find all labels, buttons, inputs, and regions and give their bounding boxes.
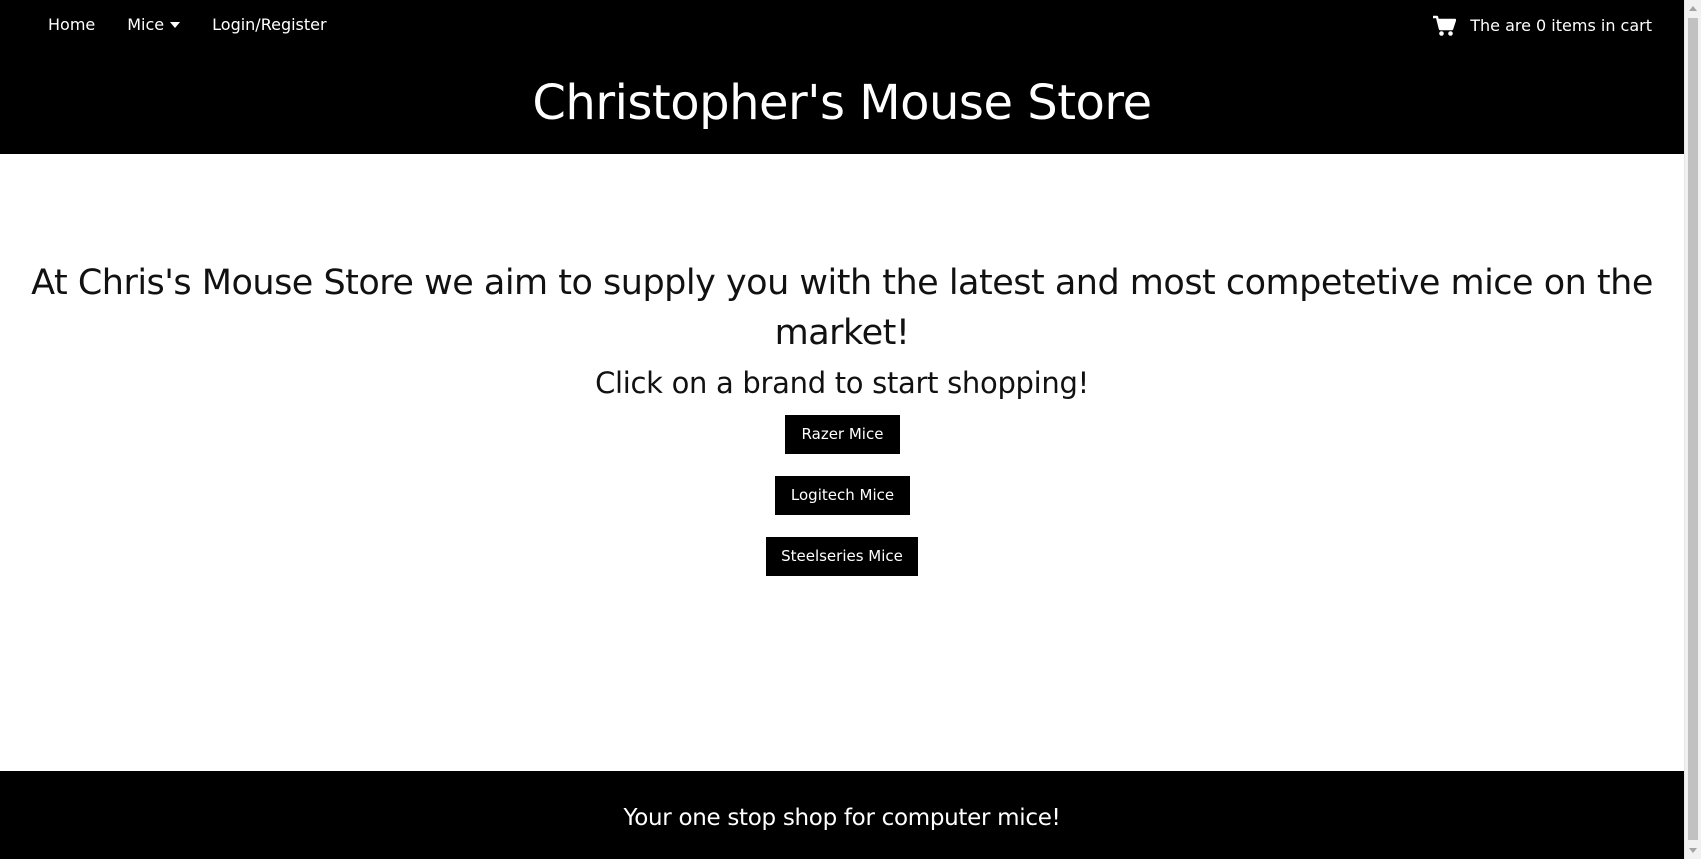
nav-item-mice-dropdown[interactable]: Mice: [111, 12, 196, 38]
steelseries-mice-button[interactable]: Steelseries Mice: [766, 537, 918, 576]
cart-count-text: The are 0 items in cart: [1470, 16, 1652, 35]
scroll-down-arrow-icon[interactable]: [1689, 848, 1697, 853]
nav-item-home[interactable]: Home: [32, 12, 111, 38]
nav-item-login-register[interactable]: Login/Register: [196, 12, 342, 38]
vertical-scrollbar[interactable]: [1684, 0, 1701, 859]
site-header: Home Mice Login/Register The are 0 items…: [0, 0, 1684, 154]
razer-mice-button[interactable]: Razer Mice: [785, 415, 900, 454]
nav-item-mice-label: Mice: [127, 15, 165, 34]
site-title: Christopher's Mouse Store: [532, 75, 1152, 131]
logitech-mice-button[interactable]: Logitech Mice: [775, 476, 910, 515]
shopping-cart-icon[interactable]: [1432, 15, 1457, 37]
nav-item-home-label: Home: [48, 15, 96, 34]
page: Home Mice Login/Register The are 0 items…: [0, 0, 1701, 859]
main-nav: Home Mice Login/Register: [32, 12, 343, 38]
store-tagline: At Chris's Mouse Store we aim to supply …: [31, 263, 1653, 353]
shopping-prompt: Click on a brand to start shopping!: [595, 366, 1089, 400]
site-footer: Your one stop shop for computer mice!: [0, 771, 1684, 859]
viewport: Home Mice Login/Register The are 0 items…: [0, 0, 1684, 859]
nav-item-login-register-label: Login/Register: [212, 15, 327, 34]
caret-down-icon: [170, 22, 181, 28]
scrollbar-thumb[interactable]: [1688, 18, 1698, 840]
scroll-up-arrow-icon[interactable]: [1689, 6, 1697, 11]
cart-status[interactable]: The are 0 items in cart: [1432, 12, 1652, 40]
footer-text: Your one stop shop for computer mice!: [623, 805, 1061, 831]
